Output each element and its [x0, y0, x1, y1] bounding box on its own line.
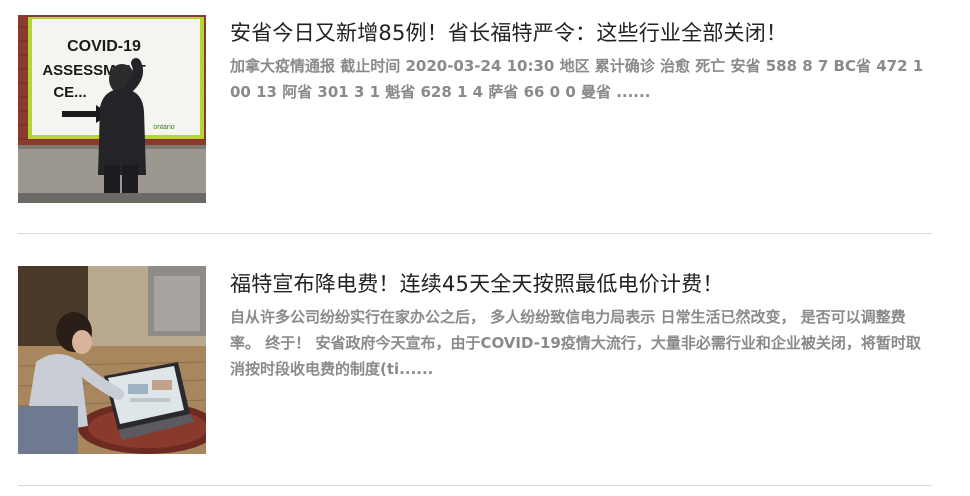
news-list: COVID-19 ASSESSMENT CE... ontario 安省今日又新…	[0, 0, 970, 496]
article-thumbnail[interactable]	[18, 266, 206, 454]
article-title[interactable]: 福特宣布降电费！连续45天全天按照最低电价计费！	[230, 266, 932, 302]
news-item[interactable]: 福特宣布降电费！连续45天全天按照最低电价计费！ 自从许多公司纷纷实行在家办公之…	[18, 266, 932, 454]
article-excerpt: 自从许多公司纷纷实行在家办公之后， 多人纷纷致信电力局表示 日常生活已然改变， …	[230, 308, 921, 378]
article-excerpt: 加拿大疫情通报 截止时间 2020-03-24 10:30 地区 累计确诊 治愈…	[230, 57, 924, 101]
article-text: 福特宣布降电费！连续45天全天按照最低电价计费！ 自从许多公司纷纷实行在家办公之…	[230, 266, 932, 382]
covid-assessment-photo-icon: COVID-19 ASSESSMENT CE... ontario	[18, 15, 206, 203]
article-title[interactable]: 安省今日又新增85例！省长福特严令：这些行业全部关闭！	[230, 15, 932, 51]
article-text: 安省今日又新增85例！省长福特严令：这些行业全部关闭！ 加拿大疫情通报 截止时间…	[230, 15, 932, 105]
sign-logo-text: ontario	[153, 124, 175, 131]
news-item[interactable]: COVID-19 ASSESSMENT CE... ontario 安省今日又新…	[18, 15, 932, 203]
work-from-home-photo-icon	[18, 266, 206, 454]
divider	[18, 233, 932, 234]
article-thumbnail[interactable]: COVID-19 ASSESSMENT CE... ontario	[18, 15, 206, 203]
divider	[18, 485, 932, 486]
sign-line-3: CE...	[53, 84, 86, 101]
sign-line-1: COVID-19	[67, 38, 141, 55]
